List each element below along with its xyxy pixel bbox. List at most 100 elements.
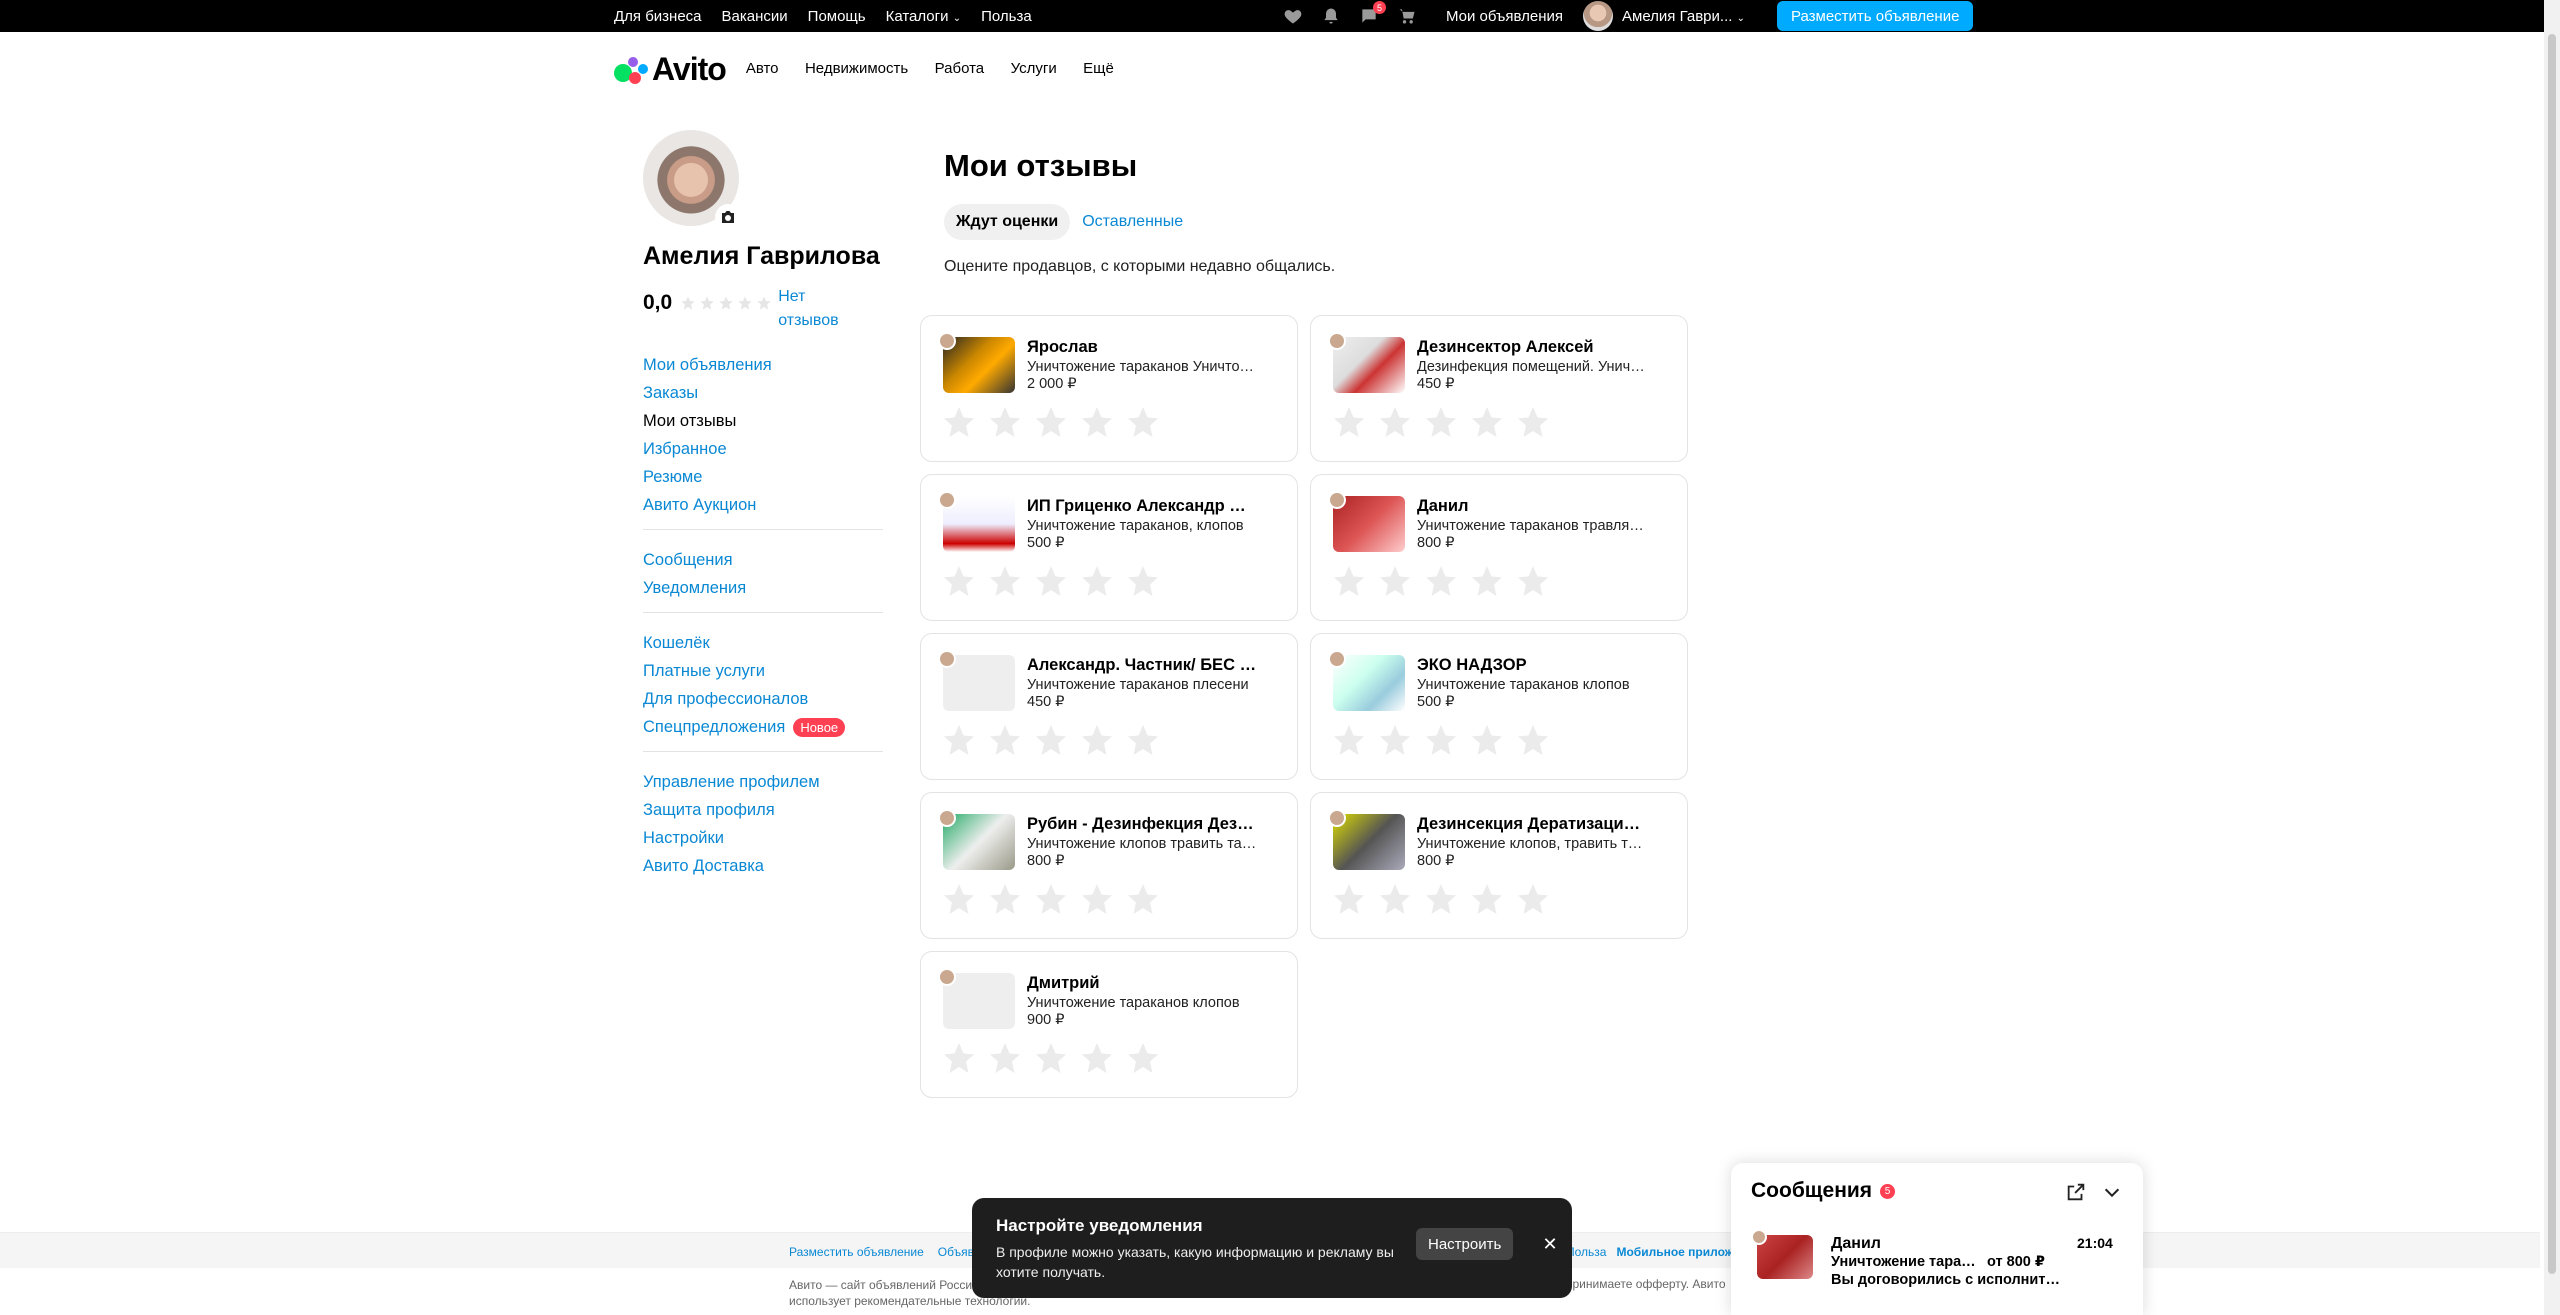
menu-delivery[interactable]: Авито Доставка — [643, 852, 883, 880]
star-icon[interactable] — [941, 404, 977, 440]
footer-post-ad[interactable]: Разместить объявление — [789, 1245, 924, 1259]
star-icon[interactable] — [1515, 881, 1551, 917]
star-icon[interactable] — [987, 881, 1023, 917]
star-icon[interactable] — [1515, 563, 1551, 599]
seller-name[interactable]: Данил — [1417, 497, 1647, 516]
star-icon[interactable] — [1033, 404, 1069, 440]
menu-notifications[interactable]: Уведомления — [643, 574, 883, 602]
star-icon[interactable] — [1331, 563, 1367, 599]
menu-profile-management[interactable]: Управление профилем — [643, 768, 883, 796]
star-icon[interactable] — [987, 404, 1023, 440]
star-icon[interactable] — [1079, 563, 1115, 599]
star-icon[interactable] — [1331, 722, 1367, 758]
seller-name[interactable]: ИП Гриценко Александр Сергеевич — [1027, 497, 1257, 516]
my-ads-link[interactable]: Мои объявления — [1446, 8, 1563, 25]
star-icon[interactable] — [941, 722, 977, 758]
chevron-down-icon[interactable] — [2101, 1181, 2125, 1205]
seller-card[interactable]: Рубин - Дезинфекция Дезинсекция Уничтожен… — [920, 792, 1298, 939]
star-icon[interactable] — [1423, 563, 1459, 599]
seller-card[interactable]: Александр. Частник/ БЕС ПОСРЕДНИКОВ Уничт… — [920, 633, 1298, 780]
seller-name[interactable]: Дезинсектор Алексей — [1417, 338, 1647, 357]
seller-name[interactable]: Рубин - Дезинфекция Дезинсекция — [1027, 815, 1257, 834]
star-icon[interactable] — [1515, 404, 1551, 440]
menu-my-ads[interactable]: Мои объявления — [643, 351, 883, 379]
seller-name[interactable]: Ярослав — [1027, 338, 1257, 357]
star-icon[interactable] — [1079, 722, 1115, 758]
star-icon[interactable] — [1377, 722, 1413, 758]
star-icon[interactable] — [1377, 563, 1413, 599]
seller-card[interactable]: Дезинсектор Алексей Дезинфекция помещений… — [1310, 315, 1688, 462]
nav-more[interactable]: Ещё — [1083, 60, 1114, 77]
link-help[interactable]: Помощь — [808, 8, 866, 25]
star-icon[interactable] — [941, 881, 977, 917]
post-ad-button[interactable]: Разместить объявление — [1776, 1, 1974, 31]
tab-waiting[interactable]: Ждут оценки — [944, 204, 1071, 240]
star-icon[interactable] — [1377, 881, 1413, 917]
page-scrollbar[interactable] — [2544, 0, 2560, 1315]
star-icon[interactable] — [987, 1040, 1023, 1076]
no-reviews-link[interactable]: Нет отзывов — [778, 285, 858, 333]
star-icon[interactable] — [1125, 1040, 1161, 1076]
menu-settings[interactable]: Настройки — [643, 824, 883, 852]
seller-card[interactable]: ЭКО НАДЗОР Уничтожение тараканов клопов 50… — [1310, 633, 1688, 780]
menu-special-offers[interactable]: Спецпредложения Новое — [643, 713, 883, 741]
star-icon[interactable] — [1125, 404, 1161, 440]
nav-jobs[interactable]: Работа — [935, 60, 985, 77]
star-icon[interactable] — [1033, 722, 1069, 758]
seller-card[interactable]: Дезинсекция Дератизация Дезинфекция Уничт… — [1310, 792, 1688, 939]
star-icon[interactable] — [1469, 881, 1505, 917]
heart-icon[interactable] — [1282, 5, 1304, 27]
seller-name[interactable]: Дезинсекция Дератизация Дезинфекция — [1417, 815, 1647, 834]
star-icon[interactable] — [1125, 881, 1161, 917]
message-item[interactable]: Данил 21:04 Уничтожение тараканов травля… — [1751, 1229, 2127, 1295]
star-icon[interactable] — [1469, 563, 1505, 599]
star-icon[interactable] — [1033, 1040, 1069, 1076]
star-icon[interactable] — [987, 563, 1023, 599]
link-business[interactable]: Для бизнеса — [614, 8, 702, 25]
menu-paid-services[interactable]: Платные услуги — [643, 657, 883, 685]
tab-left[interactable]: Оставленные — [1070, 204, 1195, 240]
scrollbar-thumb[interactable] — [2548, 34, 2556, 1274]
star-icon[interactable] — [1469, 722, 1505, 758]
seller-name[interactable]: Дмитрий — [1027, 974, 1257, 993]
seller-card[interactable]: ИП Гриценко Александр Сергеевич Уничтожен… — [920, 474, 1298, 621]
star-icon[interactable] — [1125, 722, 1161, 758]
chat-icon[interactable]: 5 — [1358, 1, 1386, 27]
menu-resume[interactable]: Резюме — [643, 463, 883, 491]
menu-favorites[interactable]: Избранное — [643, 435, 883, 463]
nav-auto[interactable]: Авто — [746, 60, 779, 77]
star-icon[interactable] — [1079, 404, 1115, 440]
camera-icon[interactable] — [715, 204, 741, 230]
star-icon[interactable] — [1515, 722, 1551, 758]
close-icon[interactable]: ✕ — [1538, 1232, 1562, 1256]
link-vacancies[interactable]: Вакансии — [722, 8, 788, 25]
seller-card[interactable]: Дмитрий Уничтожение тараканов клопов 900 ₽ — [920, 951, 1298, 1098]
star-icon[interactable] — [941, 563, 977, 599]
link-benefit[interactable]: Польза — [981, 8, 1032, 25]
profile-avatar[interactable] — [643, 130, 741, 230]
star-icon[interactable] — [1331, 881, 1367, 917]
star-icon[interactable] — [1423, 722, 1459, 758]
star-icon[interactable] — [1377, 404, 1413, 440]
nav-realty[interactable]: Недвижимость — [805, 60, 908, 77]
seller-card[interactable]: Ярослав Уничтожение тараканов Уничтожение… — [920, 315, 1298, 462]
star-icon[interactable] — [1423, 404, 1459, 440]
star-icon[interactable] — [987, 722, 1023, 758]
star-icon[interactable] — [1423, 881, 1459, 917]
menu-messages[interactable]: Сообщения — [643, 546, 883, 574]
seller-name[interactable]: Александр. Частник/ БЕС ПОСРЕДНИКОВ — [1027, 656, 1257, 675]
cart-icon[interactable] — [1396, 5, 1418, 27]
toast-setup-button[interactable]: Настроить — [1416, 1228, 1514, 1260]
star-icon[interactable] — [1469, 404, 1505, 440]
user-avatar[interactable] — [1583, 1, 1613, 31]
external-link-icon[interactable] — [2065, 1181, 2089, 1205]
star-icon[interactable] — [1033, 563, 1069, 599]
menu-auction[interactable]: Авито Аукцион — [643, 491, 883, 519]
menu-profile-protection[interactable]: Защита профиля — [643, 796, 883, 824]
star-icon[interactable] — [1331, 404, 1367, 440]
menu-my-reviews[interactable]: Мои отзывы — [643, 407, 883, 435]
star-icon[interactable] — [1033, 881, 1069, 917]
user-menu[interactable]: Амелия Гаври... ⌄ — [1622, 8, 1745, 25]
nav-services[interactable]: Услуги — [1011, 60, 1057, 77]
menu-pro[interactable]: Для профессионалов — [643, 685, 883, 713]
